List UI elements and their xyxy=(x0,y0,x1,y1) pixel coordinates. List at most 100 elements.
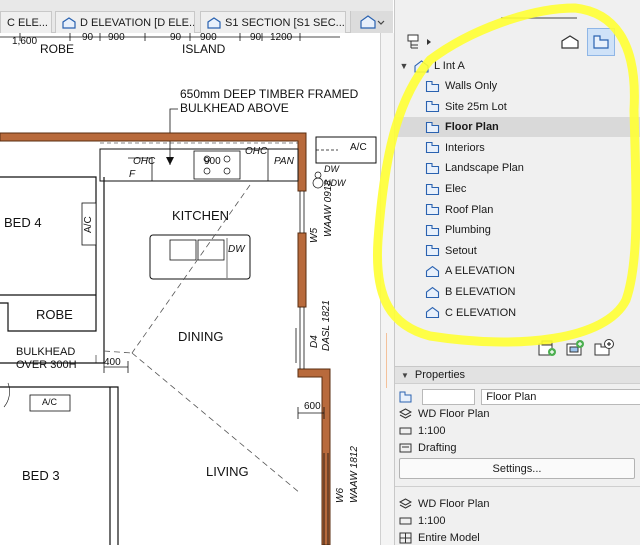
tree-item-site-25m-lot[interactable]: Site 25m Lot xyxy=(395,97,640,117)
plan-view-icon xyxy=(425,224,440,236)
room-label-robe-top: ROBE xyxy=(40,42,75,56)
room-label-robe: ROBE xyxy=(36,307,73,322)
tree-item-label: C ELEVATION xyxy=(445,306,517,319)
chevron-down-icon[interactable]: ▼ xyxy=(399,61,409,71)
window-w5-spec: WAAW 0918 xyxy=(323,180,334,237)
dim-label: 90 xyxy=(170,33,182,43)
scale-icon xyxy=(399,517,412,525)
tree-item-plumbing[interactable]: Plumbing xyxy=(395,220,640,240)
view-name-field[interactable]: Floor Plan xyxy=(481,389,640,405)
dim-label: 90 xyxy=(250,33,262,43)
window-w6-spec: WAAW 1812 xyxy=(349,446,360,503)
room-label-living: LIVING xyxy=(206,464,249,479)
tree-item-c-elevation[interactable]: C ELEVATION xyxy=(395,303,640,323)
dim-900-label: 900 xyxy=(204,156,221,167)
tab-list-button[interactable] xyxy=(350,11,393,33)
properties-scale-row[interactable]: 1:100 xyxy=(395,422,640,440)
section-view-icon xyxy=(207,16,221,29)
plan-view-icon xyxy=(399,391,412,403)
tab-c-elevation[interactable]: C ELE... xyxy=(0,11,52,33)
new-folder-icon[interactable] xyxy=(537,338,557,358)
tree-item-landscape-plan[interactable]: Landscape Plan xyxy=(395,158,640,178)
bulkhead-label-line2: OVER 300H xyxy=(16,359,77,371)
folder-view-icon xyxy=(414,59,429,73)
tree-item-setout[interactable]: Setout xyxy=(395,241,640,261)
chevron-down-icon: ▼ xyxy=(401,370,409,380)
tab-d-elevation[interactable]: D ELEVATION [D ELE... xyxy=(55,11,195,33)
properties-view-row[interactable]: WD Floor Plan xyxy=(395,405,640,423)
properties-view-row-2[interactable]: WD Floor Plan xyxy=(395,495,640,513)
tree-item-label: Landscape Plan xyxy=(445,162,524,175)
door-d4-tag: D4 xyxy=(309,335,320,348)
tree-root-label: L Int A xyxy=(434,60,465,72)
save-view-icon[interactable] xyxy=(565,338,585,358)
properties-header[interactable]: ▼ Properties xyxy=(395,366,640,384)
elevation-filter-button[interactable] xyxy=(557,28,583,56)
layer-combination-icon xyxy=(399,408,412,419)
ohc-label: OHC xyxy=(133,156,156,167)
room-label-bed4: BED 4 xyxy=(4,215,42,230)
tree-item-label: Walls Only xyxy=(445,80,498,92)
floor-plan-canvas[interactable]: 1,600 90 900 90 900 90 1200 ROBE ISLAND … xyxy=(0,33,380,545)
view-name-value: Floor Plan xyxy=(486,391,537,403)
properties-scale-row-2[interactable]: 1:100 xyxy=(395,512,640,530)
new-view-icon[interactable] xyxy=(593,338,615,358)
room-label-bed3: BED 3 xyxy=(22,468,60,483)
plan-view-icon xyxy=(425,204,440,216)
ac-bed3-label: A/C xyxy=(42,397,58,407)
properties-layer-row[interactable]: Drafting xyxy=(395,439,640,457)
dim-400-label: 400 xyxy=(104,357,121,368)
tree-item-a-elevation[interactable]: A ELEVATION xyxy=(395,261,640,281)
tab-s1-section[interactable]: S1 SECTION [S1 SEC... xyxy=(200,11,346,33)
bulkhead-note-line1: 650mm DEEP TIMBER FRAMED xyxy=(180,87,359,101)
tree-item-label: Roof Plan xyxy=(445,203,494,216)
settings-button-label: Settings... xyxy=(492,462,542,475)
navigator-bottom-toolbar xyxy=(537,338,615,358)
plan-view-icon xyxy=(425,80,440,92)
door-d4-spec: DASL 1821 xyxy=(321,300,332,351)
tree-item-elec[interactable]: Elec xyxy=(395,179,640,199)
ac-outdoor-label: A/C xyxy=(350,142,367,153)
drafting-icon xyxy=(399,443,412,453)
tree-item-walls-only[interactable]: Walls Only xyxy=(395,76,640,96)
tree-item-label: Site 25m Lot xyxy=(445,100,507,113)
model-view-icon xyxy=(399,532,412,544)
tree-item-label: Plumbing xyxy=(445,224,491,237)
tab-label: D ELEVATION [D ELE... xyxy=(80,16,195,29)
tree-item-roof-plan[interactable]: Roof Plan xyxy=(395,200,640,220)
view-id-field[interactable] xyxy=(422,389,476,405)
tree-item-interiors[interactable]: Interiors xyxy=(395,138,640,158)
layer-label: Drafting xyxy=(418,442,457,454)
dw-label: DW xyxy=(324,164,339,174)
elevation-view-icon xyxy=(561,35,579,49)
ohc-label: OHC xyxy=(245,146,268,157)
panel-splitter[interactable] xyxy=(380,33,394,545)
model-label: Entire Model xyxy=(418,532,480,544)
elevation-view-icon xyxy=(425,265,440,277)
island-dw-label: DW xyxy=(228,244,245,255)
tree-item-label: A ELEVATION xyxy=(445,265,515,278)
navigator-mode-button[interactable] xyxy=(403,28,437,56)
view-setting-label: WD Floor Plan xyxy=(418,498,490,510)
view-map-button[interactable] xyxy=(587,28,615,56)
tree-item-b-elevation[interactable]: B ELEVATION xyxy=(395,282,640,302)
scale-label: 1:100 xyxy=(418,425,446,437)
tab-label: C ELE... xyxy=(7,16,48,29)
window-w6-tag: W6 xyxy=(335,488,346,503)
scale-icon xyxy=(399,427,412,435)
tree-item-floor-plan[interactable]: Floor Plan xyxy=(395,117,640,138)
plan-view-icon xyxy=(425,245,440,257)
window-w5-tag: W5 xyxy=(309,228,320,243)
plan-view-icon xyxy=(425,183,440,195)
ac-bed4-label: A/C xyxy=(83,216,94,233)
dim-600-label: 600 xyxy=(304,401,321,412)
tree-root-l-int-a[interactable]: ▼ L Int A xyxy=(399,56,640,76)
settings-button[interactable]: Settings... xyxy=(399,458,635,479)
properties-model-row[interactable]: Entire Model xyxy=(395,529,640,545)
tab-label: S1 SECTION [S1 SEC... xyxy=(225,16,345,29)
panel-drag-grip[interactable] xyxy=(501,17,577,19)
tree-item-label: B ELEVATION xyxy=(445,286,516,298)
plan-view-icon xyxy=(425,101,440,113)
tree-item-label: Elec xyxy=(445,183,467,195)
dim-label: 1,600 xyxy=(12,36,38,47)
